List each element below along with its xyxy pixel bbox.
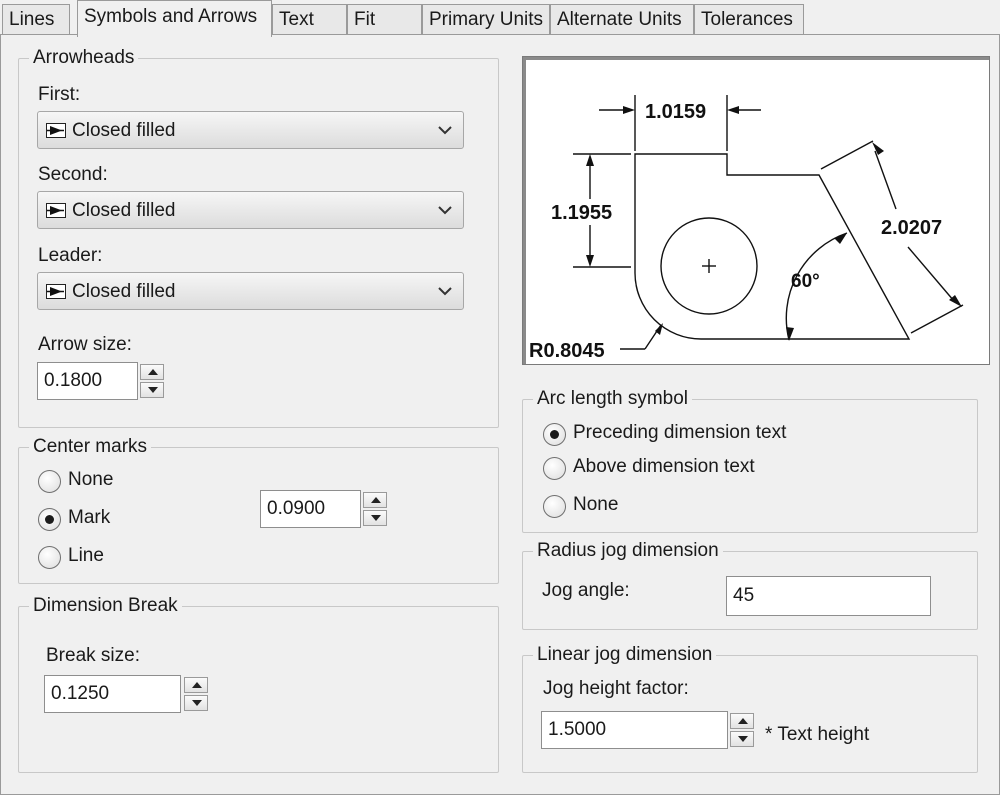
jog-angle-label: Jog angle: [542, 580, 630, 601]
crosshair-icon [702, 259, 716, 273]
center-marks-title: Center marks [29, 436, 152, 458]
arrow-size-spinner[interactable]: 0.1800 [37, 362, 166, 400]
center-mark-size-input[interactable]: 0.0900 [260, 490, 361, 528]
radio-selected-icon [38, 508, 61, 531]
radio-selected-icon [543, 423, 566, 446]
first-arrow-dropdown[interactable]: Closed filled [37, 111, 464, 149]
center-mark-mark-label: Mark [68, 507, 111, 528]
tab-symbols-and-arrows[interactable]: Symbols and Arrows [77, 0, 272, 37]
text-height-suffix: * Text height [765, 724, 870, 745]
break-size-input[interactable]: 0.1250 [44, 675, 181, 713]
preview-dim-right: 2.0207 [881, 217, 942, 239]
preview-drawing: 1.0159 1.1955 2.0207 60° R0.8045 [529, 95, 964, 362]
tab-text[interactable]: Text [272, 4, 347, 35]
spinner-arrows-icon [363, 492, 387, 526]
tab-primary-units[interactable]: Primary Units [422, 4, 550, 35]
leader-arrow-value: Closed filled [72, 281, 176, 302]
tab-tolerances[interactable]: Tolerances [694, 4, 804, 35]
center-mark-none-label: None [68, 469, 114, 490]
break-size-down-button[interactable] [184, 695, 208, 711]
center-mark-size-down-button[interactable] [363, 510, 387, 526]
tab-fit[interactable]: Fit [347, 4, 422, 35]
arc-preceding-label: Preceding dimension text [573, 422, 787, 443]
leader-arrow-dropdown[interactable]: Closed filled [37, 272, 464, 310]
arc-above-label: Above dimension text [573, 456, 755, 477]
jog-height-factor-input[interactable]: 1.5000 [541, 711, 728, 749]
second-arrow-label: Second: [38, 164, 108, 185]
second-arrow-dropdown[interactable]: Closed filled [37, 191, 464, 229]
preview-radius: R0.8045 [529, 340, 605, 362]
closed-filled-arrow-icon [46, 284, 66, 299]
center-mark-size-spinner[interactable]: 0.0900 [260, 490, 389, 528]
closed-filled-arrow-icon [46, 203, 66, 218]
second-arrow-value: Closed filled [72, 200, 176, 221]
arrow-size-label: Arrow size: [38, 334, 132, 355]
linear-jog-title: Linear jog dimension [533, 644, 717, 666]
radio-icon [38, 470, 61, 493]
tab-alternate-units[interactable]: Alternate Units [550, 4, 694, 35]
arc-none-label: None [573, 494, 619, 515]
jog-height-up-button[interactable] [730, 713, 754, 729]
spinner-arrows-icon [184, 677, 208, 711]
preview-angle: 60° [791, 271, 820, 292]
jog-height-factor-spinner[interactable]: 1.5000 [541, 711, 756, 749]
dimension-break-title: Dimension Break [29, 595, 182, 617]
arrow-size-input[interactable]: 0.1800 [37, 362, 138, 400]
preview-dim-top: 1.0159 [645, 101, 706, 123]
break-size-up-button[interactable] [184, 677, 208, 693]
jog-angle-input[interactable]: 45 [726, 576, 931, 616]
tab-lines[interactable]: Lines [2, 4, 70, 35]
first-arrow-value: Closed filled [72, 120, 176, 141]
chevron-down-icon [438, 206, 452, 215]
spinner-arrows-icon [730, 713, 754, 747]
arc-length-title: Arc length symbol [533, 388, 693, 410]
arrowheads-title: Arrowheads [29, 47, 139, 69]
preview-dim-left: 1.1955 [551, 202, 612, 224]
center-mark-line-label: Line [68, 545, 104, 566]
arrow-size-up-button[interactable] [140, 364, 164, 380]
chevron-down-icon [438, 126, 452, 135]
chevron-down-icon [438, 287, 452, 296]
radio-icon [543, 457, 566, 480]
spinner-arrows-icon [140, 364, 164, 398]
jog-height-factor-label: Jog height factor: [543, 678, 689, 699]
jog-height-down-button[interactable] [730, 731, 754, 747]
dimension-preview: 1.0159 1.1955 2.0207 60° R0.8045 [522, 56, 990, 365]
center-mark-size-up-button[interactable] [363, 492, 387, 508]
radius-jog-title: Radius jog dimension [533, 540, 723, 562]
leader-arrow-label: Leader: [38, 245, 103, 266]
break-size-label: Break size: [46, 645, 140, 666]
arrow-size-down-button[interactable] [140, 382, 164, 398]
break-size-spinner[interactable]: 0.1250 [44, 675, 211, 713]
radio-icon [543, 495, 566, 518]
closed-filled-arrow-icon [46, 123, 66, 138]
radio-icon [38, 546, 61, 569]
first-arrow-label: First: [38, 84, 81, 105]
